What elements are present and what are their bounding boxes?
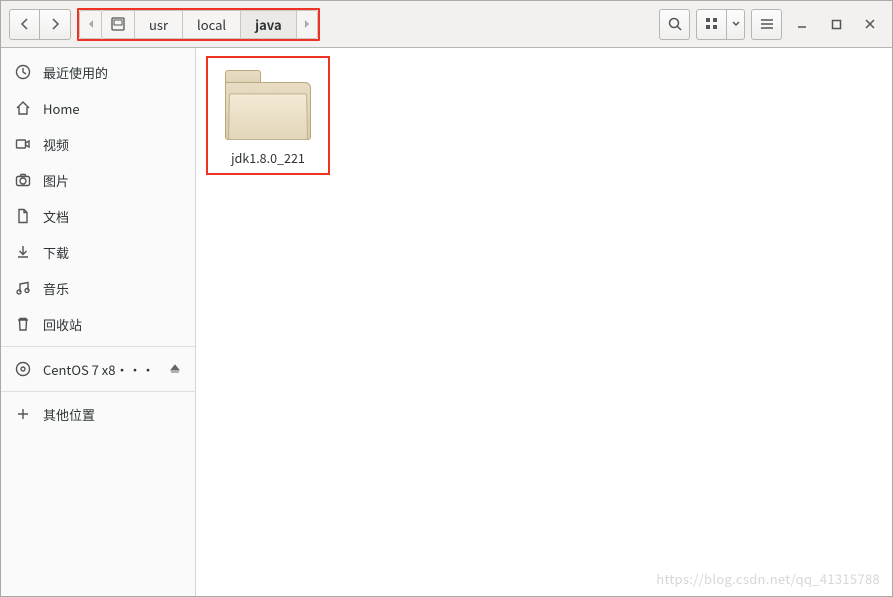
- clock-icon: [15, 64, 31, 80]
- sidebar-item-downloads[interactable]: 下载: [1, 234, 195, 270]
- content-area[interactable]: jdk1.8.0_221 https://blog.csdn.net/qq_41…: [196, 48, 892, 596]
- eject-button[interactable]: [169, 363, 181, 375]
- sidebar: 最近使用的 Home 视频 图片 文档 下载 音乐 回收站: [1, 48, 196, 596]
- sidebar-item-documents[interactable]: 文档: [1, 198, 195, 234]
- sidebar-item-device[interactable]: CentOS 7 x8···: [1, 351, 195, 387]
- body: 最近使用的 Home 视频 图片 文档 下载 音乐 回收站: [1, 48, 892, 596]
- sidebar-item-label: 其他位置: [43, 405, 95, 424]
- document-icon: [15, 208, 31, 224]
- icon-view-button[interactable]: [696, 9, 727, 40]
- sidebar-item-home[interactable]: Home: [1, 90, 195, 126]
- sidebar-item-label: 音乐: [43, 279, 69, 298]
- breadcrumb-scroll-right[interactable]: [296, 10, 318, 39]
- video-icon: [15, 136, 31, 152]
- sidebar-item-pictures[interactable]: 图片: [1, 162, 195, 198]
- breadcrumb-highlight: usr local java: [77, 8, 320, 41]
- download-icon: [15, 244, 31, 260]
- plus-icon: [15, 406, 31, 422]
- breadcrumb-root[interactable]: [101, 10, 134, 39]
- hamburger-icon: [759, 16, 775, 32]
- disc-icon: [15, 361, 31, 377]
- breadcrumb-label: usr: [149, 15, 168, 34]
- chevron-left-icon: [17, 16, 33, 32]
- folder-icon: [225, 64, 311, 140]
- maximize-icon: [831, 19, 842, 30]
- minimize-icon: [796, 18, 808, 30]
- chevron-down-icon: [732, 21, 740, 27]
- breadcrumb-segment-current[interactable]: java: [240, 10, 296, 39]
- view-buttons: [696, 9, 745, 40]
- back-button[interactable]: [9, 9, 40, 40]
- watermark: https://blog.csdn.net/qq_41315788: [656, 569, 880, 588]
- dropdown-button[interactable]: [727, 9, 745, 40]
- trash-icon: [15, 316, 31, 332]
- minimize-button[interactable]: [788, 10, 816, 38]
- file-grid: jdk1.8.0_221: [196, 48, 892, 183]
- maximize-button[interactable]: [822, 10, 850, 38]
- home-icon: [15, 100, 31, 116]
- breadcrumb-segment[interactable]: local: [182, 10, 240, 39]
- sidebar-separator: [1, 391, 195, 392]
- sidebar-item-label: CentOS 7 x8···: [43, 360, 154, 379]
- sidebar-item-music[interactable]: 音乐: [1, 270, 195, 306]
- sidebar-item-recent[interactable]: 最近使用的: [1, 54, 195, 90]
- camera-icon: [15, 172, 31, 188]
- forward-button[interactable]: [40, 9, 71, 40]
- sidebar-item-label: 回收站: [43, 315, 82, 334]
- eject-icon: [169, 363, 181, 375]
- toolbar: usr local java: [1, 1, 892, 48]
- breadcrumb-label: java: [255, 15, 282, 34]
- close-button[interactable]: [856, 10, 884, 38]
- breadcrumb: usr local java: [101, 10, 296, 39]
- triangle-right-icon: [303, 19, 311, 29]
- triangle-left-icon: [87, 19, 95, 29]
- sidebar-item-videos[interactable]: 视频: [1, 126, 195, 162]
- menu-button[interactable]: [751, 9, 782, 40]
- file-label: jdk1.8.0_221: [231, 148, 305, 167]
- sidebar-item-label: 图片: [43, 171, 69, 190]
- nav-buttons: [9, 9, 71, 40]
- music-icon: [15, 280, 31, 296]
- sidebar-separator: [1, 346, 195, 347]
- sidebar-item-trash[interactable]: 回收站: [1, 306, 195, 342]
- sidebar-item-label: 文档: [43, 207, 69, 226]
- sidebar-item-label: Home: [43, 99, 80, 118]
- chevron-right-icon: [47, 16, 63, 32]
- sidebar-item-label: 最近使用的: [43, 63, 108, 82]
- search-button[interactable]: [659, 9, 690, 40]
- disk-icon: [110, 16, 126, 32]
- breadcrumb-scroll-left[interactable]: [79, 10, 101, 39]
- sidebar-item-label: 视频: [43, 135, 69, 154]
- sidebar-item-other-locations[interactable]: 其他位置: [1, 396, 195, 432]
- file-item-folder[interactable]: jdk1.8.0_221: [206, 56, 330, 175]
- breadcrumb-label: local: [197, 15, 226, 34]
- sidebar-item-label: 下载: [43, 243, 69, 262]
- close-icon: [864, 18, 876, 30]
- breadcrumb-segment[interactable]: usr: [134, 10, 182, 39]
- grid-icon: [704, 16, 720, 32]
- search-icon: [667, 16, 683, 32]
